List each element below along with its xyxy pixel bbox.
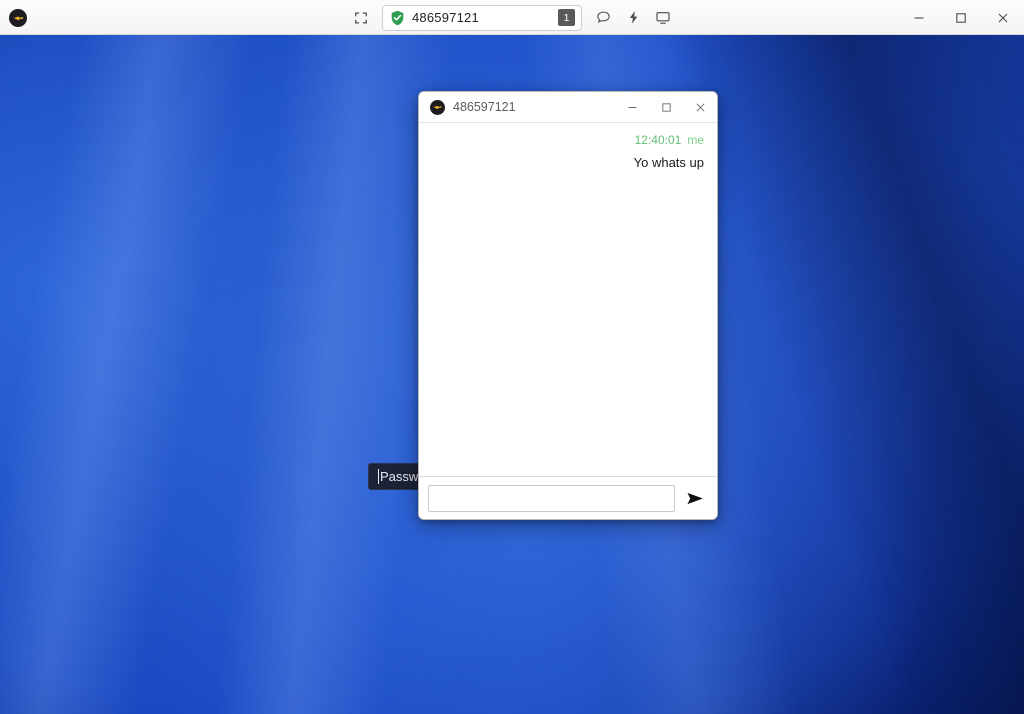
monitor-icon[interactable] [648,5,678,31]
client-toolbar: 486597121 1 [0,0,1024,35]
chat-input-bar [419,476,717,519]
chat-message-list[interactable]: 12:40:01 me Yo whats up [419,123,717,476]
chat-bubble-icon[interactable] [588,5,618,31]
connection-count-badge: 1 [558,9,575,26]
window-controls [898,0,1024,35]
chat-message-text: Yo whats up [633,155,704,170]
app-logo-icon [430,99,445,115]
chat-maximize-button[interactable] [649,92,683,123]
chat-message-input[interactable] [428,484,675,512]
maximize-button[interactable] [940,0,982,35]
shield-check-icon [390,10,405,26]
lightning-bolt-icon[interactable] [618,5,648,31]
screen-root: 486597121 1 Passwo 486597121 12:40:01 me… [0,0,1024,714]
chat-window-title: 486597121 [453,100,516,114]
fullscreen-icon[interactable] [346,5,376,31]
address-input-value[interactable]: 486597121 [412,10,551,25]
send-arrow-icon [686,490,705,507]
send-message-button[interactable] [679,483,711,513]
chat-titlebar[interactable]: 486597121 [419,92,717,123]
chat-message: 12:40:01 me Yo whats up [432,133,704,172]
chat-message-time: 12:40:01 [634,133,682,147]
chat-minimize-button[interactable] [615,92,649,123]
chat-window[interactable]: 486597121 12:40:01 me Yo whats up [418,91,718,520]
toolbar-center-group: 486597121 1 [0,0,1024,35]
close-button[interactable] [982,0,1024,35]
address-bar[interactable]: 486597121 1 [382,4,582,31]
chat-message-sender: me [687,133,704,147]
text-caret [378,469,379,484]
chat-message-meta: 12:40:01 me [432,133,704,147]
chat-close-button[interactable] [683,92,717,123]
minimize-button[interactable] [898,0,940,35]
